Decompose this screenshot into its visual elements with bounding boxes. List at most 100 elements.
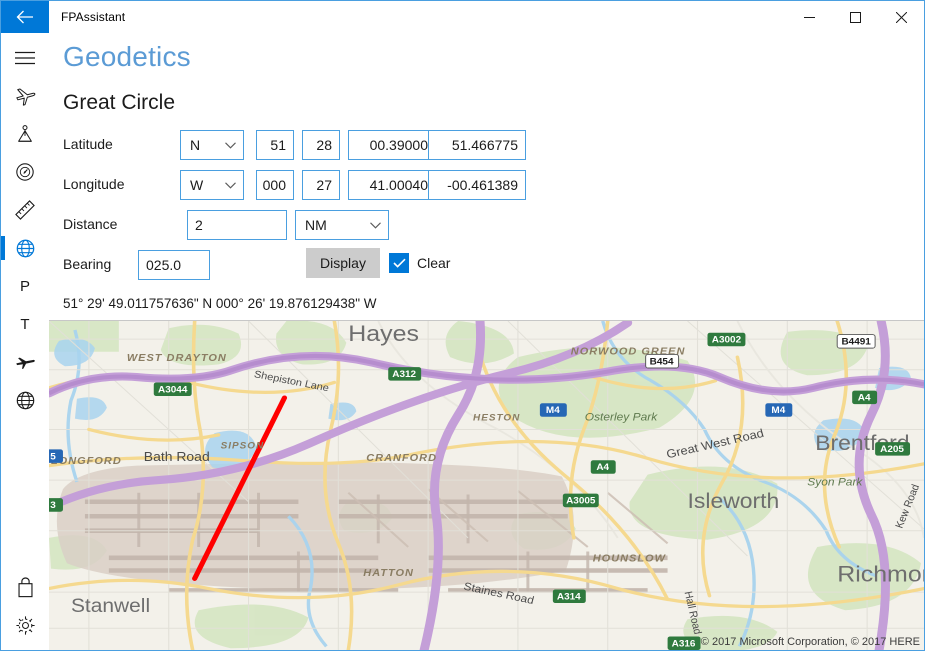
letter-p-icon: P [19,277,30,295]
latitude-decimal-input[interactable]: 51.466775 [428,130,526,160]
latitude-degrees-input[interactable]: 51 [256,130,294,160]
maximize-icon [849,11,861,23]
plane-filled-icon [15,357,35,369]
app-window: FPAssistant P T Geodetics Great Circle L… [0,0,925,651]
svg-text:A314: A314 [557,592,582,602]
latitude-row: Latitude N 51 28 00.39000 51.466775 [49,127,924,167]
chevron-down-icon [225,141,236,149]
longitude-hemisphere-value: W [190,177,204,193]
latitude-hemisphere-value: N [190,137,201,153]
clear-label: Clear [417,255,451,271]
sidebar-nav: P T [1,33,49,650]
svg-text:HOUNSLOW: HOUNSLOW [593,554,666,564]
minimize-button[interactable] [786,1,832,33]
great-circle-form: Latitude N 51 28 00.39000 51.466775 Long… [49,127,924,287]
svg-text:Hayes: Hayes [348,321,419,347]
latitude-hemisphere-select[interactable]: N [180,130,244,160]
svg-text:Isleworth: Isleworth [688,489,780,513]
longitude-hemisphere-select[interactable]: W [180,170,244,200]
longitude-degrees-input[interactable]: 000 [256,170,294,200]
svg-text:A4: A4 [858,393,871,403]
sidebar-item-geodetics[interactable] [1,229,49,267]
letter-t-icon: T [20,315,30,333]
svg-text:M4: M4 [771,406,786,416]
longitude-decimal-input[interactable]: -00.461389 [428,170,526,200]
svg-text:Bath Road: Bath Road [144,450,210,464]
svg-text:A3005: A3005 [566,496,596,506]
globe-icon [16,239,34,257]
svg-text:B4491: B4491 [841,337,871,347]
svg-text:A312: A312 [392,369,416,379]
bearing-label: Bearing [63,256,112,272]
latitude-label: Latitude [63,136,113,152]
latitude-seconds-input[interactable]: 00.39000 [348,130,436,160]
page-title: Geodetics [63,41,191,72]
tower-icon [18,125,32,142]
svg-text:Stanwell: Stanwell [71,596,150,617]
svg-text:CRANFORD: CRANFORD [366,454,437,464]
distance-row: Distance 2 NM [49,207,924,247]
svg-text:Osterley Park: Osterley Park [585,412,659,423]
app-title: FPAssistant [61,10,126,24]
svg-text:A3002: A3002 [712,335,741,345]
svg-text:A4: A4 [596,463,609,473]
sidebar-item-p-tool[interactable]: P [1,267,49,305]
svg-text:WEST DRAYTON: WEST DRAYTON [127,353,227,363]
distance-unit-select[interactable]: NM [295,210,389,240]
bearing-input[interactable]: 025.0 [138,250,210,280]
maximize-button[interactable] [832,1,878,33]
sidebar-item-world[interactable] [1,381,49,419]
sidebar-item-aircraft[interactable] [1,77,49,115]
close-icon [895,11,907,23]
svg-text:3: 3 [50,501,56,511]
clear-checkbox[interactable]: Clear [389,248,450,278]
svg-text:A205: A205 [880,444,905,454]
chevron-down-icon [225,181,236,189]
back-arrow-icon [16,10,33,24]
svg-text:HESTON: HESTON [473,413,520,423]
sidebar-item-t-tool[interactable]: T [1,305,49,343]
sidebar-item-store[interactable] [1,568,49,606]
longitude-label: Longitude [63,176,125,192]
sidebar-item-settings[interactable] [1,606,49,644]
map-canvas: Hayes Brentford Isleworth Richmond Stanw… [49,321,924,650]
svg-text:Syon Park: Syon Park [807,477,864,488]
chevron-down-icon [370,221,381,229]
svg-text:HATTON: HATTON [363,568,414,578]
globe-wire-icon [16,391,34,409]
svg-text:B454: B454 [650,357,675,367]
title-bar: FPAssistant [1,1,924,33]
result-coordinates: 51° 29' 49.011757636" N 000° 26' 19.8761… [63,296,377,311]
section-title: Great Circle [63,91,176,114]
sidebar-item-compass[interactable] [1,153,49,191]
minimize-icon [803,16,815,18]
ruler-icon [15,200,35,220]
checkmark-icon [392,258,406,268]
longitude-minutes-input[interactable]: 27 [302,170,340,200]
svg-text:A3044: A3044 [158,385,188,395]
sidebar-bottom-group [1,568,49,644]
compass-icon [16,163,34,181]
longitude-row: Longitude W 000 27 41.00040 -00.461389 [49,167,924,207]
distance-input[interactable]: 2 [187,210,287,240]
map-attribution: © 2017 Microsoft Corporation, © 2017 HER… [700,636,920,648]
longitude-seconds-input[interactable]: 41.00040 [348,170,436,200]
distance-label: Distance [63,216,118,232]
sidebar-item-ruler[interactable] [1,191,49,229]
svg-text:Richmond: Richmond [837,561,924,587]
sidebar-item-navaid[interactable] [1,115,49,153]
sidebar-item-flight[interactable] [1,343,49,381]
bearing-row: Bearing 025.0 Display Clear [49,247,924,287]
sidebar-item-menu[interactable] [1,39,49,77]
gear-icon [15,615,35,635]
latitude-minutes-input[interactable]: 28 [302,130,340,160]
distance-unit-value: NM [305,217,327,233]
svg-text:5: 5 [50,452,56,462]
map-view[interactable]: Hayes Brentford Isleworth Richmond Stanw… [49,320,924,650]
display-button[interactable]: Display [306,248,380,278]
checkbox-box [389,253,409,273]
back-button[interactable] [1,1,49,33]
hamburger-menu-icon [15,51,35,65]
close-button[interactable] [878,1,924,33]
shopping-bag-icon [17,576,33,597]
